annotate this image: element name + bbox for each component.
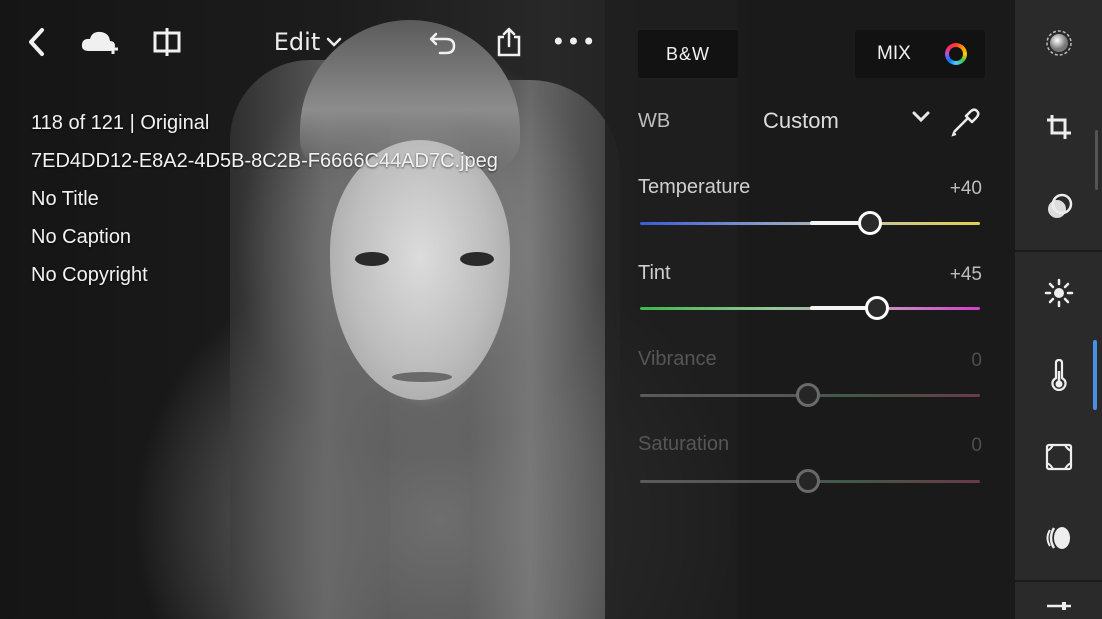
crop-icon[interactable] xyxy=(1015,92,1102,162)
saturation-label: Saturation xyxy=(638,433,730,455)
rail-divider xyxy=(1015,250,1102,252)
cloud-add-icon[interactable] xyxy=(80,22,122,62)
vibrance-label: Vibrance xyxy=(638,348,717,370)
eyedropper-icon[interactable] xyxy=(948,104,982,138)
photo-mouth xyxy=(392,372,452,382)
chevron-left-icon[interactable] xyxy=(22,22,52,62)
temperature-thumb[interactable] xyxy=(858,211,882,235)
rail-divider xyxy=(1015,580,1102,582)
edit-mode-dropdown[interactable]: Edit xyxy=(268,22,348,62)
tint-label: Tint xyxy=(638,262,671,284)
vibrance-value: 0 xyxy=(971,350,982,371)
color-wheel-icon xyxy=(945,43,967,65)
more-options-icon[interactable]: ••• xyxy=(551,22,596,62)
color-mix-button[interactable]: MIX xyxy=(855,30,985,78)
detail-lens-icon[interactable] xyxy=(1015,503,1102,573)
chevron-down-icon xyxy=(326,33,342,52)
white-balance-label: WB xyxy=(638,110,671,132)
bw-toggle-button[interactable]: B&W xyxy=(638,30,738,78)
share-icon[interactable] xyxy=(492,22,526,62)
photo-info-overlay: 118 of 121 | Original 7ED4DD12-E8A2-4D5B… xyxy=(31,104,498,294)
tint-thumb[interactable] xyxy=(865,296,889,320)
saturation-value: 0 xyxy=(971,435,982,456)
edit-mode-label: Edit xyxy=(273,28,321,56)
light-icon[interactable] xyxy=(1015,258,1102,328)
color-temperature-icon[interactable] xyxy=(1015,340,1102,410)
tint-track[interactable] xyxy=(640,306,980,310)
color-mix-label: MIX xyxy=(877,43,911,64)
presets-icon[interactable] xyxy=(1015,8,1102,78)
temperature-track[interactable] xyxy=(640,221,980,225)
photo-title-text: No Title xyxy=(31,188,99,210)
temperature-value: +40 xyxy=(949,178,982,199)
rail-scrollbar[interactable] xyxy=(1095,130,1098,190)
white-balance-select[interactable]: Custom xyxy=(763,108,839,134)
adjust-sliders-icon[interactable] xyxy=(1015,580,1102,619)
active-tool-indicator xyxy=(1093,340,1097,410)
photo-caption-text: No Caption xyxy=(31,226,132,248)
top-toolbar: Edit ••• xyxy=(0,0,605,80)
compare-split-icon[interactable] xyxy=(150,22,184,62)
tint-value: +45 xyxy=(949,264,982,285)
photo-copyright-text: No Copyright xyxy=(31,264,148,286)
photo-position-text: 118 of 121 | Original xyxy=(31,112,210,134)
saturation-thumb xyxy=(796,469,820,493)
healing-icon[interactable] xyxy=(1015,172,1102,242)
tool-rail xyxy=(1015,0,1102,619)
effects-vignette-icon[interactable] xyxy=(1015,422,1102,492)
temperature-label: Temperature xyxy=(638,176,751,198)
vibrance-thumb xyxy=(796,383,820,407)
photo-filename-text: 7ED4DD12-E8A2-4D5B-8C2B-F6666C44AD7C.jpe… xyxy=(31,150,498,172)
chevron-down-icon[interactable] xyxy=(912,108,930,129)
lightroom-edit-screen: Edit ••• 118 of 121 | Original 7ED4DD12-… xyxy=(0,0,1102,619)
undo-icon[interactable] xyxy=(426,22,460,62)
